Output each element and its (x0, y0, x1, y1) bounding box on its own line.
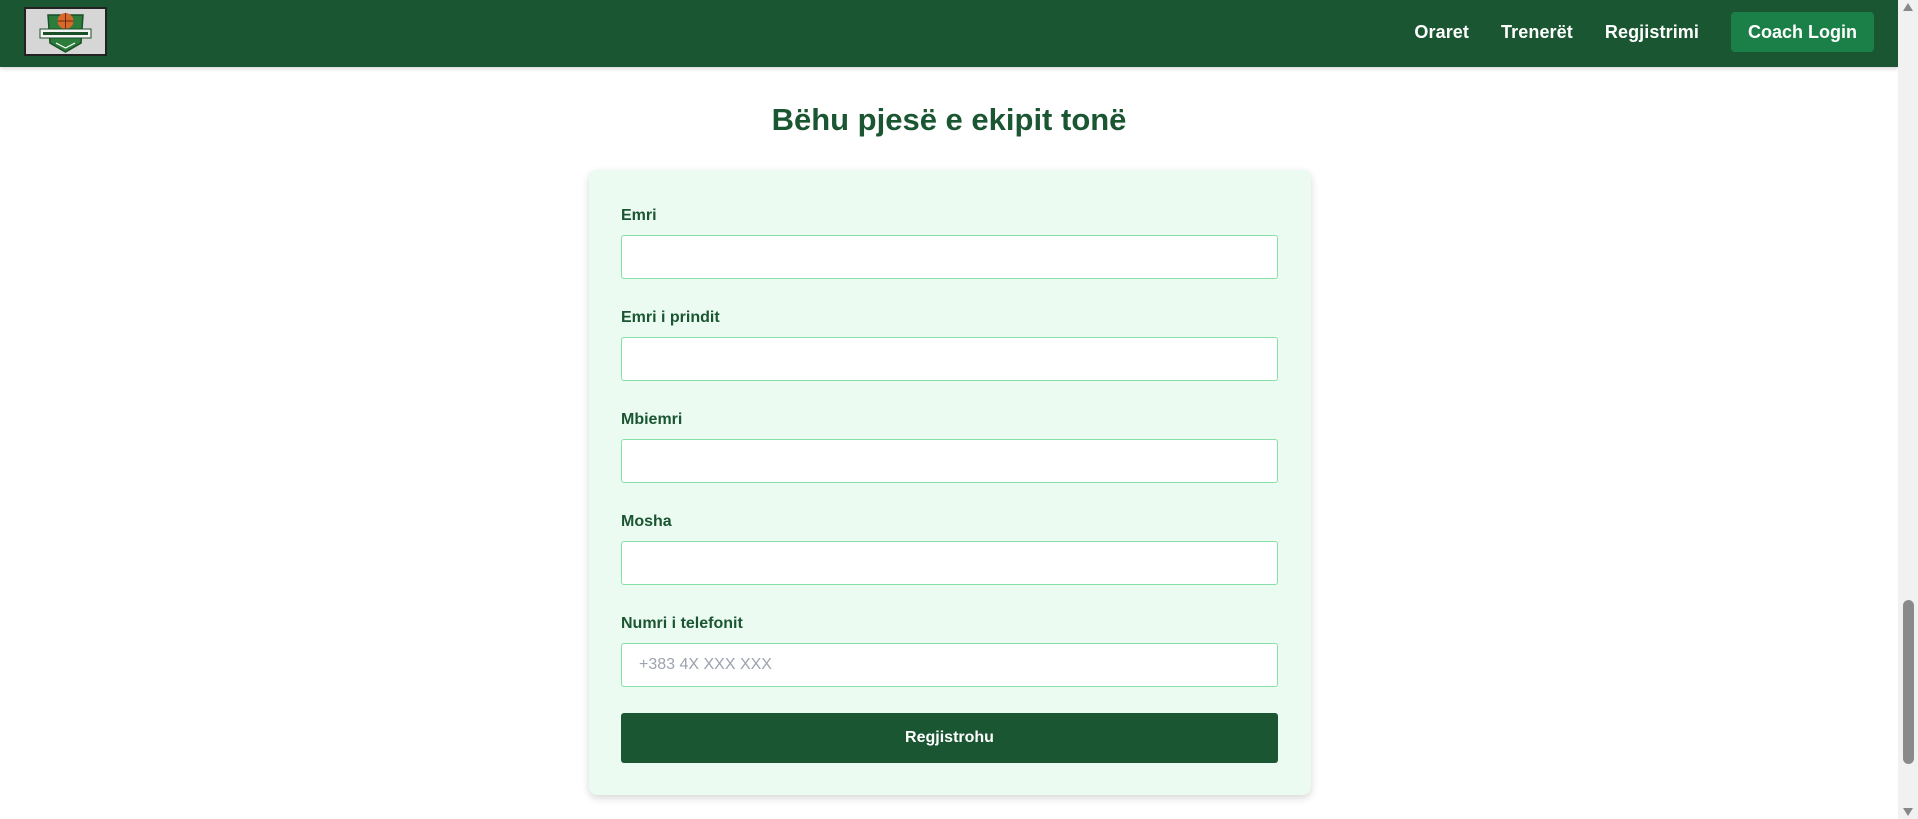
nav-link-oraret[interactable]: Oraret (1414, 22, 1469, 43)
field-emri: Emri (621, 206, 1278, 279)
last-name-input[interactable] (621, 439, 1278, 483)
scroll-up-arrow-icon[interactable] (1903, 3, 1913, 11)
nav-links: Oraret Trenerët Regjistrimi Coach Login (1382, 12, 1874, 52)
page-title: Bëhu pjesë e ekipit tonë (771, 102, 1127, 137)
register-submit-button[interactable]: Regjistrohu (621, 713, 1278, 763)
field-mosha: Mosha (621, 512, 1278, 585)
field-label: Mbiemri (621, 411, 683, 428)
scroll-down-arrow-icon[interactable] (1903, 808, 1913, 816)
nav-link-trenerет[interactable]: Trenerët (1501, 22, 1573, 43)
field-numri-i-telefonit: Numri i telefonit (621, 614, 1278, 687)
scroll-thumb[interactable] (1903, 600, 1914, 764)
field-label: Numri i telefonit (621, 615, 743, 632)
phone-input[interactable] (621, 643, 1278, 687)
field-label: Emri i prindit (621, 309, 720, 326)
field-mbiemri: Mbiemri (621, 410, 1278, 483)
field-label: Mosha (621, 513, 672, 530)
page: Oraret Trenerët Regjistrimi Coach Login … (0, 0, 1898, 819)
coach-login-button[interactable]: Coach Login (1731, 12, 1874, 52)
page-scrollbar[interactable] (1898, 0, 1918, 819)
first-name-input[interactable] (621, 235, 1278, 279)
top-navbar: Oraret Trenerët Regjistrimi Coach Login (0, 0, 1898, 67)
club-logo[interactable] (24, 7, 107, 56)
field-emri-i-prindit: Emri i prindit (621, 308, 1278, 381)
basketball-logo-icon (26, 9, 105, 54)
age-input[interactable] (621, 541, 1278, 585)
parent-name-input[interactable] (621, 337, 1278, 381)
field-label: Emri (621, 207, 657, 224)
registration-form: Emri Emri i prindit Mbiemri Mosha Numri … (589, 170, 1311, 795)
nav-link-regjistrimi[interactable]: Regjistrimi (1605, 22, 1699, 43)
